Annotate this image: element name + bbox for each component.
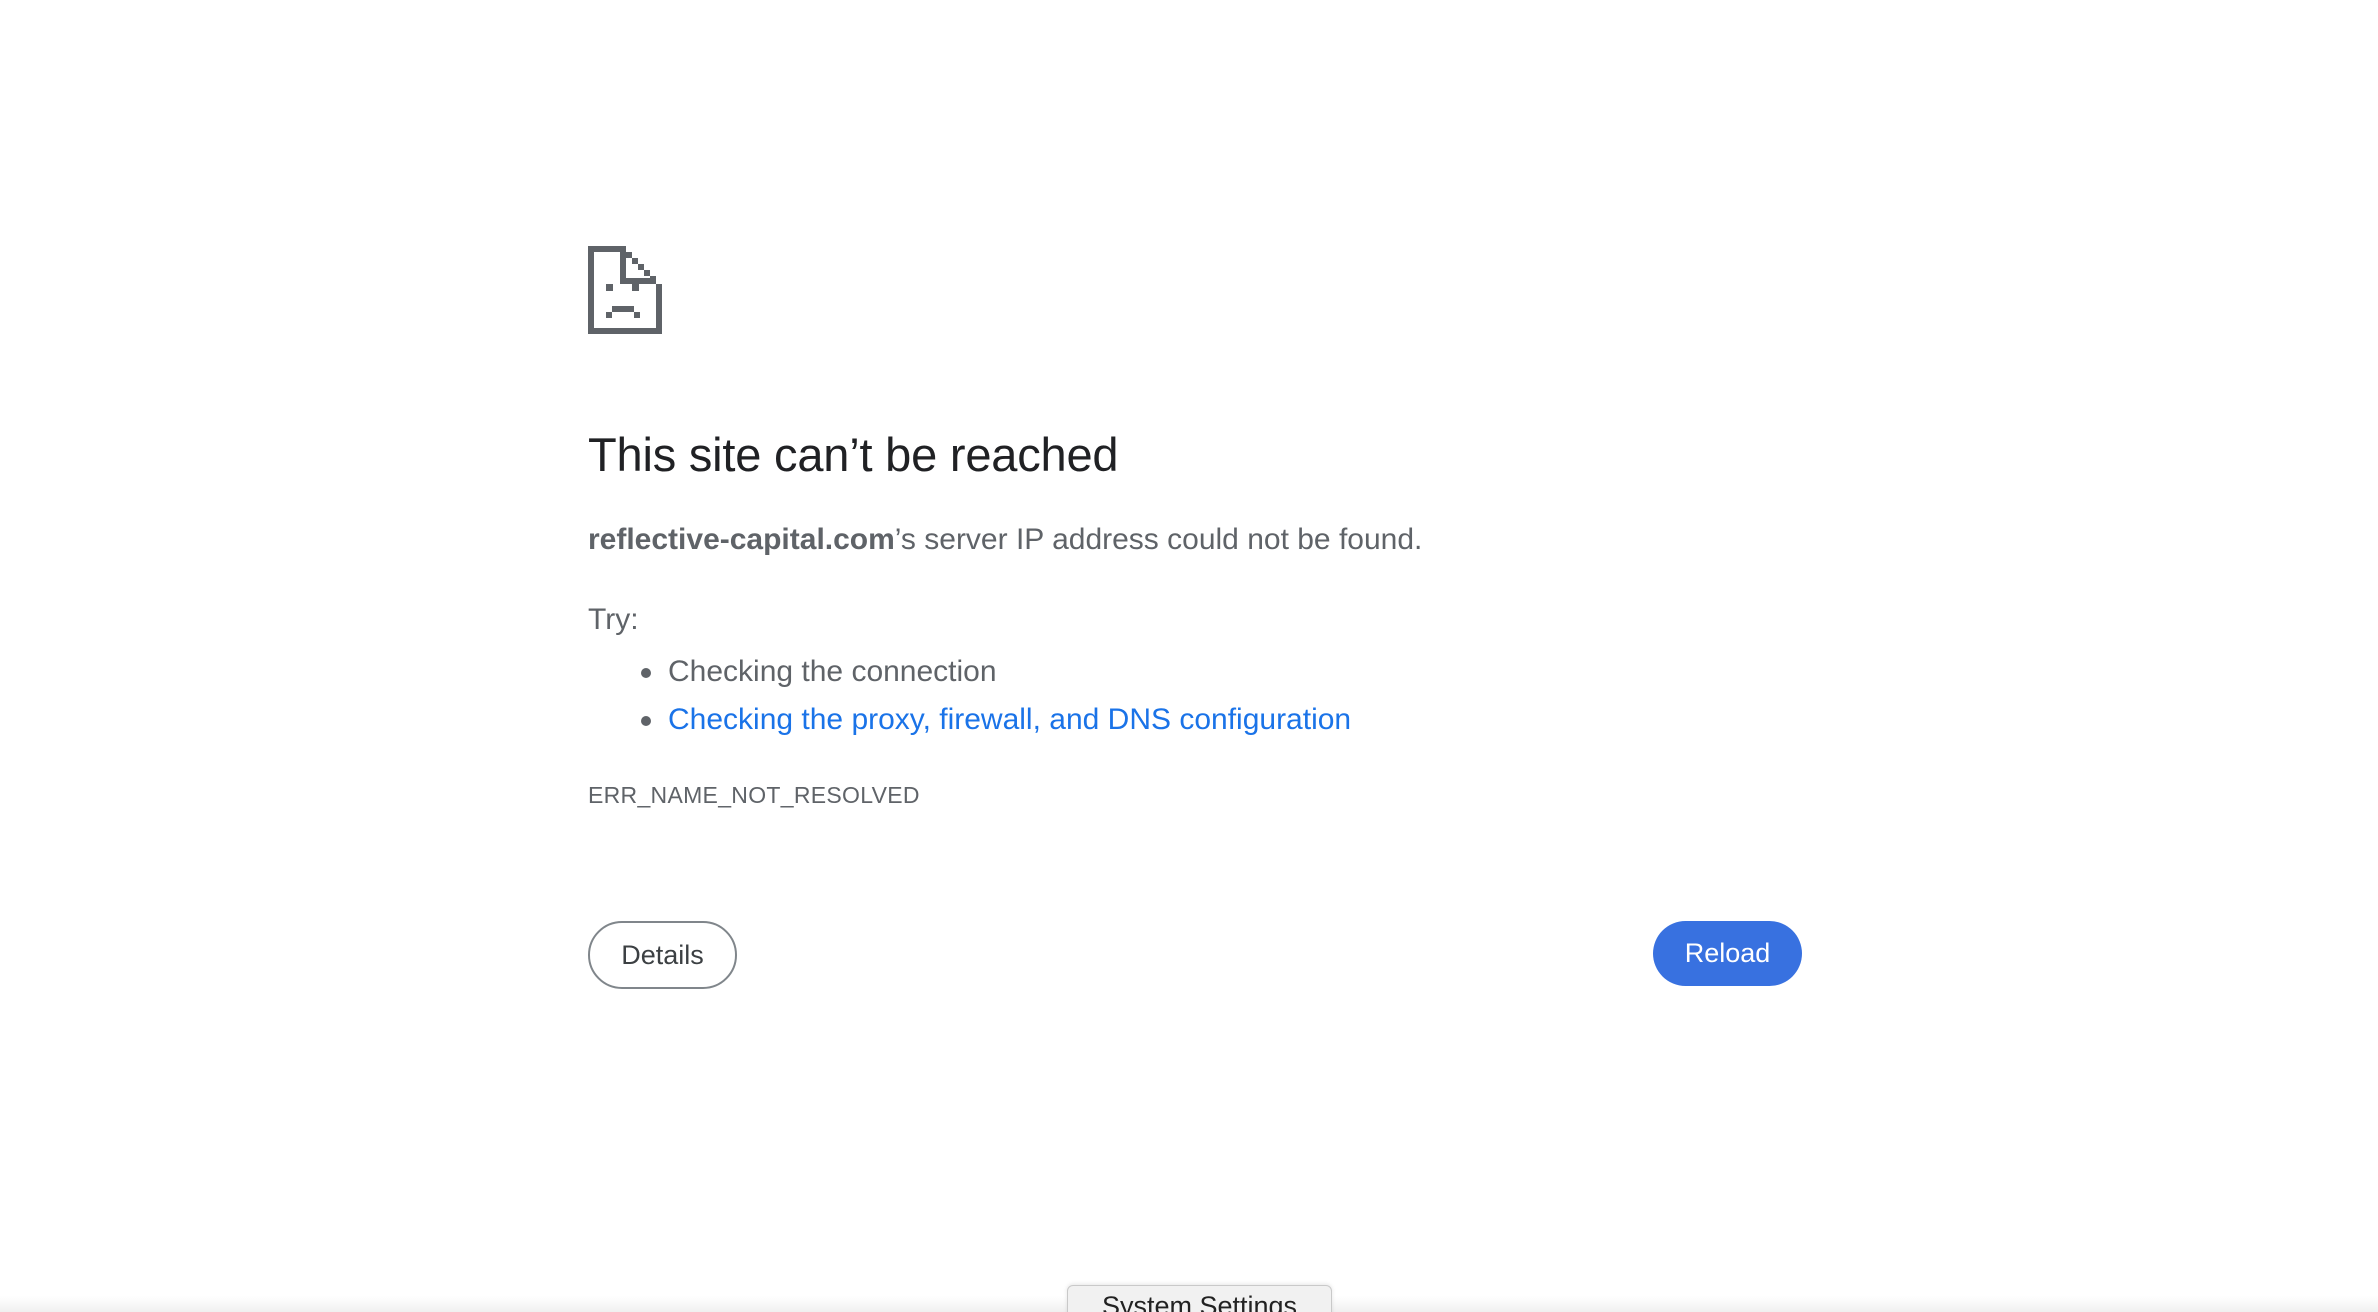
suggestion-item: Checking the proxy, firewall, and DNS co… [641, 696, 1351, 744]
bullet-icon [641, 716, 651, 726]
error-summary: reflective-capital.com’s server IP addre… [588, 520, 1422, 559]
suggestion-item: Checking the connection [641, 648, 1351, 696]
suggestion-text: Checking the connection [668, 655, 997, 688]
error-summary-text: ’s server IP address could not be found. [894, 523, 1423, 556]
error-code: ERR_NAME_NOT_RESOLVED [588, 782, 920, 808]
error-host: reflective-capital.com [588, 523, 895, 556]
proxy-firewall-dns-link[interactable]: Checking the proxy, firewall, and DNS co… [668, 703, 1351, 736]
error-title: This site can’t be reached [588, 428, 1119, 481]
browser-page: This site can’t be reached reflective-ca… [0, 0, 2378, 1312]
sad-document-icon [588, 246, 662, 334]
suggestions-list: Checking the connection Checking the pro… [588, 648, 1351, 744]
system-settings-tooltip[interactable]: System Settings [1067, 1285, 1332, 1312]
details-button[interactable]: Details [588, 921, 737, 989]
try-label: Try: [588, 603, 639, 636]
reload-button[interactable]: Reload [1653, 921, 1802, 986]
bullet-icon [641, 668, 651, 678]
